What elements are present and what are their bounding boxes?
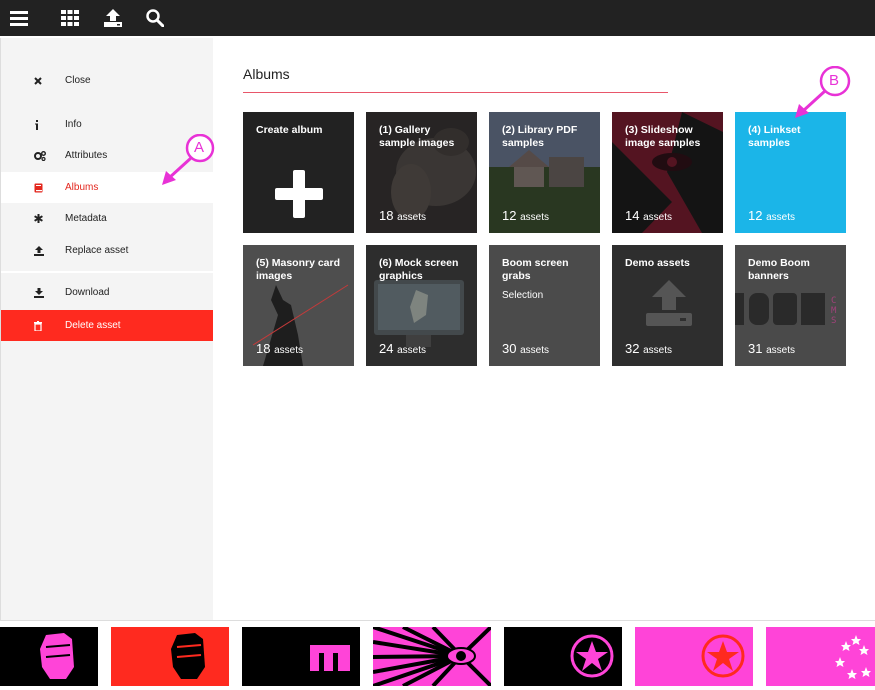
asset-count: 18 assets	[256, 341, 303, 356]
sidebar-item-label: Replace asset	[65, 245, 129, 256]
album-tile[interactable]: C M S Demo Boom banners 31 assets	[735, 245, 846, 366]
sidebar-divider	[1, 271, 214, 273]
sidebar-item-label: Delete asset	[65, 320, 121, 331]
annotation-b: B	[792, 66, 852, 118]
sidebar-item-delete-asset[interactable]: Delete asset	[1, 310, 214, 341]
thumbnail[interactable]	[0, 627, 98, 686]
annotation-label: B	[829, 72, 840, 89]
tile-title: Demo assets	[625, 257, 690, 269]
svg-text:C: C	[831, 296, 836, 306]
thumbnail[interactable]	[373, 627, 491, 686]
svg-text:M: M	[831, 306, 837, 316]
sidebar-item-label: Attributes	[65, 150, 108, 161]
star-circle-icon	[570, 634, 614, 678]
album-tile[interactable]: (2) Library PDF samples 12 assets	[489, 112, 600, 233]
fist-icon	[171, 633, 205, 679]
thumbnail[interactable]	[766, 627, 875, 686]
plus-icon	[275, 170, 323, 218]
tile-title: (6) Mock screen graphics	[379, 257, 459, 282]
thumbnail[interactable]	[242, 627, 360, 686]
asset-sidebar: Close Info Attributes Albums Metadata Re…	[0, 38, 214, 620]
create-album-tile[interactable]: Create album	[243, 112, 354, 233]
grid-icon[interactable]	[38, 0, 102, 36]
search-icon[interactable]	[124, 0, 186, 36]
sidebar-item-download[interactable]: Download	[1, 277, 214, 308]
annotation-label: A	[194, 139, 205, 156]
asset-count: 12 assets	[502, 208, 549, 223]
star-circle-icon	[701, 634, 745, 678]
tile-title: (1) Gallery sample images	[379, 124, 455, 149]
asset-count: 32 assets	[625, 341, 672, 356]
tile-title: Boom screen grabs	[502, 257, 569, 282]
sidebar-item-close[interactable]: Close	[1, 65, 214, 96]
asset-count: 30 assets	[502, 341, 549, 356]
asset-count: 14 assets	[625, 208, 672, 223]
asset-count: 12 assets	[748, 208, 795, 223]
sidebar-item-label: Albums	[65, 182, 99, 193]
sidebar-item-label: Info	[65, 119, 82, 130]
upload-icon[interactable]	[102, 0, 124, 36]
title-divider	[243, 92, 668, 93]
tile-title: (5) Masonry card images	[256, 257, 341, 282]
sidebar-item-metadata[interactable]: Metadata	[1, 203, 214, 234]
tile-title: (4) Linkset samples	[748, 124, 801, 149]
annotation-a: A	[160, 134, 220, 186]
albums-panel: Albums Create album (1) Gallery sample i…	[213, 38, 875, 620]
album-tile[interactable]: (5) Masonry card images 18 assets	[243, 245, 354, 366]
thumbnail[interactable]	[635, 627, 753, 686]
top-toolbar	[0, 0, 875, 36]
album-tile-selected[interactable]: (4) Linkset samples 12 assets	[735, 112, 846, 233]
asset-count: 24 assets	[379, 341, 426, 356]
asset-count: 31 assets	[748, 341, 795, 356]
thumbnail[interactable]	[504, 627, 622, 686]
svg-text:S: S	[831, 316, 836, 326]
page-title: Albums	[243, 66, 290, 82]
tile-title: (3) Slideshow image samples	[625, 124, 701, 149]
fist-icon	[40, 633, 74, 679]
thumbnail[interactable]	[111, 627, 229, 686]
upload-icon	[646, 280, 692, 326]
sidebar-item-label: Close	[65, 75, 91, 86]
tile-title: Demo Boom banners	[748, 257, 810, 282]
sidebar-item-label: Metadata	[65, 213, 107, 224]
stars-icon	[835, 635, 871, 679]
eye-sunburst-icon	[373, 627, 491, 686]
album-tile[interactable]: Boom screen grabs Selection 30 assets	[489, 245, 600, 366]
hamburger-menu-icon[interactable]	[0, 0, 38, 36]
album-tile[interactable]: (6) Mock screen graphics 24 assets	[366, 245, 477, 366]
tile-title: (2) Library PDF samples	[502, 124, 578, 149]
sidebar-item-label: Download	[65, 287, 110, 298]
album-tile[interactable]: (3) Slideshow image samples 14 assets	[612, 112, 723, 233]
tile-title: Create album	[256, 124, 323, 136]
m-logo-icon	[310, 645, 350, 671]
asset-thumbnail-strip	[0, 620, 875, 690]
tile-subtitle: Selection	[502, 290, 544, 301]
asset-count: 18 assets	[379, 208, 426, 223]
album-tile[interactable]: (1) Gallery sample images 18 assets	[366, 112, 477, 233]
sidebar-item-replace-asset[interactable]: Replace asset	[1, 235, 214, 266]
album-tile[interactable]: Demo assets 32 assets	[612, 245, 723, 366]
